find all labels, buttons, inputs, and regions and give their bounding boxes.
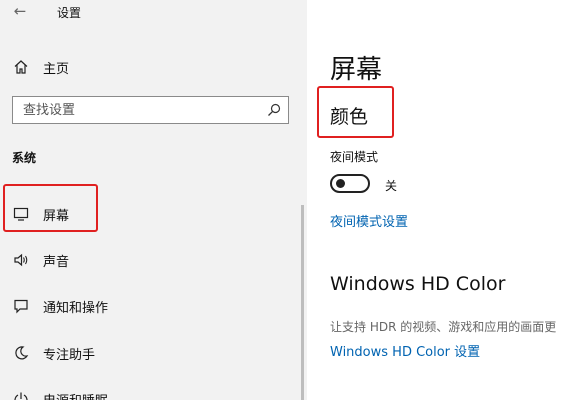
message-icon — [12, 297, 30, 315]
power-icon — [12, 390, 30, 400]
sidebar: ← 设置 主页 系统 屏幕 声音 — [0, 0, 307, 400]
search-box[interactable] — [12, 96, 289, 124]
back-arrow-icon[interactable]: ← — [10, 2, 30, 20]
title-bar: ← 设置 — [0, 0, 307, 24]
page-title: 屏幕 — [330, 55, 383, 85]
sidebar-item-label: 电源和睡眠 — [43, 390, 108, 400]
sidebar-item-label: 主页 — [43, 62, 70, 77]
hd-color-description: 让支持 HDR 的视频、游戏和应用的画面更 — [330, 320, 557, 334]
sidebar-item-notifications[interactable]: 通知和操作 — [0, 291, 307, 321]
night-light-toggle[interactable] — [330, 174, 370, 193]
night-light-label: 夜间模式 — [330, 150, 379, 164]
sidebar-item-sound[interactable]: 声音 — [0, 245, 307, 275]
sidebar-item-focus-assist[interactable]: 专注助手 — [0, 338, 307, 368]
highlight-box-color-section — [317, 86, 394, 138]
speaker-icon — [12, 251, 30, 269]
main-content: 屏幕 颜色 夜间模式 关 夜间模式设置 Windows HD Color 让支持… — [307, 0, 585, 400]
sidebar-item-label: 通知和操作 — [43, 301, 109, 316]
highlight-box-display-item — [3, 184, 98, 232]
search-icon[interactable] — [266, 102, 282, 118]
hd-color-settings-link[interactable]: Windows HD Color 设置 — [330, 341, 480, 360]
night-light-state: 关 — [385, 179, 398, 193]
hd-color-title: Windows HD Color — [330, 273, 506, 295]
sidebar-scrollbar[interactable] — [301, 205, 304, 400]
app-title: 设置 — [57, 6, 82, 20]
section-label-system: 系统 — [12, 151, 37, 165]
search-input[interactable] — [23, 97, 253, 123]
home-icon — [12, 58, 30, 76]
sidebar-item-home[interactable]: 主页 — [0, 54, 307, 80]
sidebar-item-label: 声音 — [43, 255, 70, 270]
settings-window: ← 设置 主页 系统 屏幕 声音 — [0, 0, 585, 400]
moon-icon — [12, 344, 30, 362]
sidebar-item-label: 专注助手 — [43, 348, 96, 363]
toggle-knob — [336, 179, 345, 188]
sidebar-item-power[interactable]: 电源和睡眠 — [0, 384, 307, 400]
night-light-settings-link[interactable]: 夜间模式设置 — [330, 211, 408, 230]
